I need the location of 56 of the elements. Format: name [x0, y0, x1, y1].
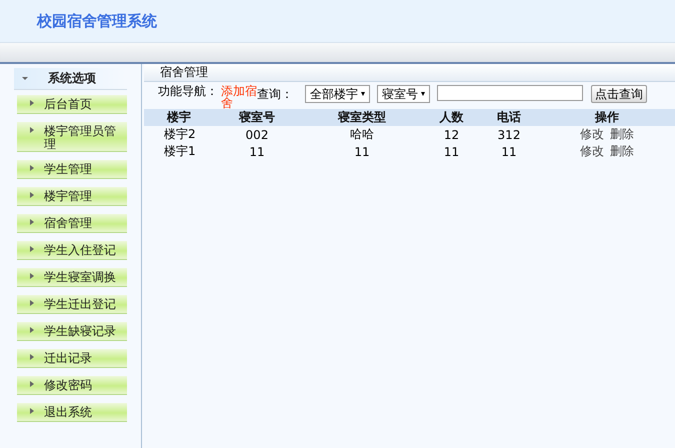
sidebar-item[interactable]: 宿舍管理	[17, 214, 127, 233]
sidebar-item[interactable]: 学生寝室调换	[17, 268, 127, 287]
arrow-icon	[30, 327, 34, 333]
site-title: 校园宿舍管理系统	[37, 12, 157, 30]
table-cell-text: 11	[500, 144, 518, 160]
arrow-icon	[30, 273, 34, 279]
arrow-icon	[30, 100, 34, 106]
sidebar-item[interactable]: 修改密码	[17, 376, 127, 395]
table-cell: 楼宇2	[144, 126, 214, 143]
arrow-icon	[30, 300, 34, 306]
table-cell-text: 11	[248, 144, 266, 160]
column-header: 电话	[479, 109, 539, 126]
dropdown-icon	[421, 92, 425, 96]
arrow-icon	[30, 127, 34, 133]
sidebar-item[interactable]: 学生迁出登记	[17, 295, 127, 314]
table-cell-text: 11	[353, 144, 371, 160]
sidebar-item[interactable]: 楼宇管理员管理	[17, 122, 127, 152]
column-header: 人数	[424, 109, 479, 126]
action-link[interactable]: 修改	[580, 144, 604, 158]
table-cell-text: 11	[442, 144, 460, 160]
table-cell: 312	[479, 126, 539, 143]
panel-title: 宿舍管理	[160, 64, 208, 81]
sidebar-item[interactable]: 学生缺寝记录	[17, 322, 127, 341]
arrow-icon	[30, 219, 34, 225]
arrow-icon	[30, 354, 34, 360]
sidebar-item[interactable]: 学生入住登记	[17, 241, 127, 260]
dropdown-icon	[361, 92, 365, 96]
column-header: 寝室号	[214, 109, 300, 126]
search-field[interactable]	[437, 85, 583, 101]
table-cell: 002	[214, 126, 300, 143]
column-header: 操作	[539, 109, 675, 126]
field-select[interactable]: 寝室号	[377, 85, 430, 103]
nav-label: 功能导航：	[158, 85, 218, 98]
column-header: 楼宇	[144, 109, 214, 126]
sidebar-header[interactable]: 系统选项	[14, 68, 127, 90]
arrow-icon	[30, 246, 34, 252]
search-button[interactable]: 点击查询	[591, 85, 647, 103]
arrow-icon	[30, 381, 34, 387]
table-cell-text: 楼宇1	[163, 143, 197, 160]
action-link[interactable]: 修改	[580, 127, 604, 141]
action-link[interactable]: 删除	[610, 144, 634, 158]
sidebar-item[interactable]: 后台首页	[17, 95, 127, 114]
action-link[interactable]: 删除	[610, 127, 634, 141]
sidebar-title: 系统选项	[48, 70, 96, 87]
sidebar-item[interactable]: 退出系统	[17, 403, 127, 422]
query-label: 查询：	[257, 86, 293, 101]
arrow-icon	[30, 192, 34, 198]
table-cell: 12	[424, 126, 479, 143]
table-cell: 哈哈	[300, 126, 424, 143]
column-header: 寝室类型	[300, 109, 424, 126]
sidebar-item[interactable]: 学生管理	[17, 160, 127, 179]
arrow-icon	[30, 165, 34, 171]
sidebar-item[interactable]: 楼宇管理	[17, 187, 127, 206]
arrow-icon	[30, 408, 34, 414]
sidebar-item[interactable]: 迁出记录	[17, 349, 127, 368]
building-select[interactable]: 全部楼宇	[305, 85, 370, 103]
